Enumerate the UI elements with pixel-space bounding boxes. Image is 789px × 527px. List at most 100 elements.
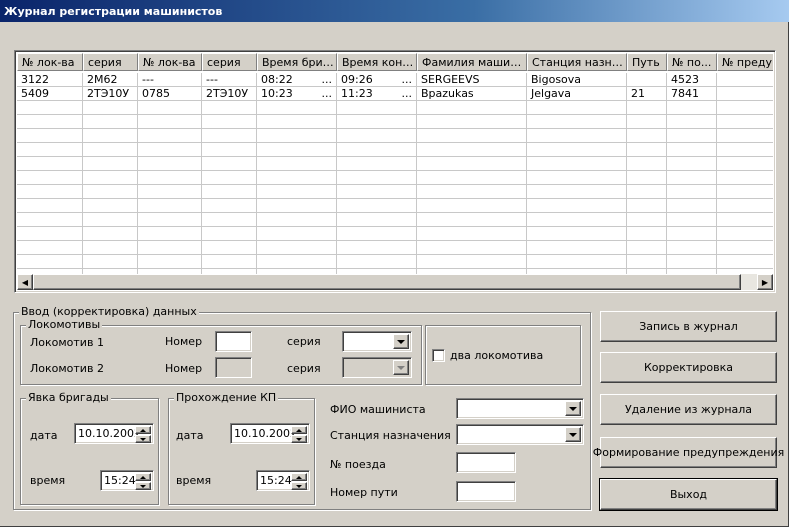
track-number-input[interactable] [456, 481, 516, 502]
table-cell [83, 115, 138, 129]
table-cell [337, 115, 417, 129]
table-cell [202, 185, 257, 199]
table-row[interactable] [17, 115, 773, 129]
crew-time-input[interactable]: 15:24 [100, 470, 154, 491]
table-cell [138, 227, 202, 241]
table-row[interactable] [17, 171, 773, 185]
checkpoint-date-input[interactable]: 10.10.2002 [230, 423, 310, 444]
chevron-down-icon[interactable] [565, 401, 581, 416]
locomotives-title: Локомотивы [26, 318, 103, 331]
table-cell [17, 255, 83, 269]
spin-up-icon[interactable] [291, 426, 307, 434]
table-row[interactable]: 5409 2ТЭ10У 0785 2ТЭ10У 10:23... 11:23... Bpaz… [17, 87, 773, 101]
table-row[interactable] [17, 101, 773, 115]
table-cell [202, 157, 257, 171]
table-row[interactable] [17, 227, 773, 241]
table-cell [257, 213, 337, 227]
add-to-journal-button[interactable]: Запись в журнал [600, 311, 777, 342]
driver-combo[interactable] [456, 398, 584, 419]
scroll-right-icon[interactable]: ▶ [757, 274, 773, 290]
spin-up-icon[interactable] [135, 473, 151, 481]
column-header[interactable]: серия [83, 53, 138, 71]
spin-down-icon[interactable] [135, 482, 151, 490]
table-cell [138, 143, 202, 157]
table-row[interactable] [17, 129, 773, 143]
spin-up-icon[interactable] [291, 473, 307, 481]
loco2-number-input[interactable] [215, 357, 252, 378]
table-cell [667, 185, 717, 199]
journal-grid[interactable]: № лок-ва серия № лок-ва серия Время бриг... В… [14, 50, 776, 293]
column-header[interactable]: Фамилия машин... [417, 53, 527, 71]
table-cell [83, 241, 138, 255]
checkpoint-time-spinner[interactable] [291, 473, 307, 490]
chevron-down-icon[interactable] [393, 334, 409, 349]
table-cell [627, 73, 667, 87]
scroll-left-icon[interactable]: ◀ [17, 274, 33, 290]
column-header[interactable]: № предупр [717, 53, 773, 71]
column-header[interactable]: Время бриг... [257, 53, 337, 71]
table-cell [717, 227, 773, 241]
column-header[interactable]: Путь [627, 53, 667, 71]
crew-date-spinner[interactable] [135, 426, 151, 443]
crew-time-spinner[interactable] [135, 473, 151, 490]
crew-time-label: время [30, 474, 66, 487]
table-cell [717, 241, 773, 255]
create-warning-button[interactable]: Формирование предупреждения [593, 437, 784, 468]
table-cell [417, 185, 527, 199]
table-cell [627, 199, 667, 213]
train-number-label: № поезда [330, 458, 386, 471]
table-cell: 08:22... [257, 73, 337, 87]
edit-button[interactable]: Корректировка [600, 352, 777, 383]
column-header[interactable]: Станция назна... [527, 53, 627, 71]
table-cell [417, 143, 527, 157]
table-row[interactable] [17, 255, 773, 269]
table-cell [17, 213, 83, 227]
table-cell [667, 157, 717, 171]
table-cell [417, 171, 527, 185]
column-header[interactable]: № лок-ва [138, 53, 202, 71]
table-cell [337, 157, 417, 171]
chevron-down-icon[interactable] [393, 360, 409, 375]
checkpoint-time-input[interactable]: 15:24 [256, 470, 310, 491]
table-row[interactable] [17, 157, 773, 171]
column-header[interactable]: № лок-ва [17, 53, 83, 71]
grid-header: № лок-ва серия № лок-ва серия Время бриг... В… [17, 53, 773, 71]
table-row[interactable] [17, 241, 773, 255]
train-number-input[interactable] [456, 452, 516, 473]
delete-button[interactable]: Удаление из журнала [600, 394, 777, 425]
column-header[interactable]: серия [202, 53, 257, 71]
spin-down-icon[interactable] [135, 435, 151, 443]
exit-button[interactable]: Выход [599, 478, 778, 511]
station-label: Станция назначения [330, 429, 451, 442]
station-combo[interactable] [456, 424, 584, 445]
time-value: 09:26 [341, 73, 373, 86]
table-row[interactable] [17, 185, 773, 199]
time-ellipsis: ... [401, 73, 413, 86]
scroll-thumb[interactable] [33, 274, 741, 290]
loco2-series-combo[interactable] [342, 357, 412, 378]
table-row[interactable] [17, 213, 773, 227]
table-row[interactable] [17, 199, 773, 213]
table-cell [17, 227, 83, 241]
crew-date-input[interactable]: 10.10.2002 [74, 423, 154, 444]
table-cell [17, 185, 83, 199]
horizontal-scrollbar[interactable]: ◀ ▶ [17, 274, 773, 290]
table-cell [138, 255, 202, 269]
column-header[interactable]: № по... [667, 53, 717, 71]
table-cell [202, 115, 257, 129]
chevron-down-icon[interactable] [565, 427, 581, 442]
two-locos-checkbox[interactable] [432, 349, 445, 362]
column-header[interactable]: Время конт... [337, 53, 417, 71]
loco1-number-input[interactable] [215, 331, 252, 352]
table-cell: 4523 [667, 73, 717, 87]
table-row[interactable] [17, 143, 773, 157]
table-cell [527, 241, 627, 255]
checkpoint-date-spinner[interactable] [291, 426, 307, 443]
table-cell [257, 101, 337, 115]
spin-down-icon[interactable] [291, 435, 307, 443]
spin-up-icon[interactable] [135, 426, 151, 434]
loco1-series-combo[interactable] [342, 331, 412, 352]
crew-date-label: дата [30, 429, 58, 442]
table-row[interactable]: 3122 2М62 --- --- 08:22... 09:26... SERGEEVS Bi… [17, 73, 773, 87]
spin-down-icon[interactable] [291, 482, 307, 490]
